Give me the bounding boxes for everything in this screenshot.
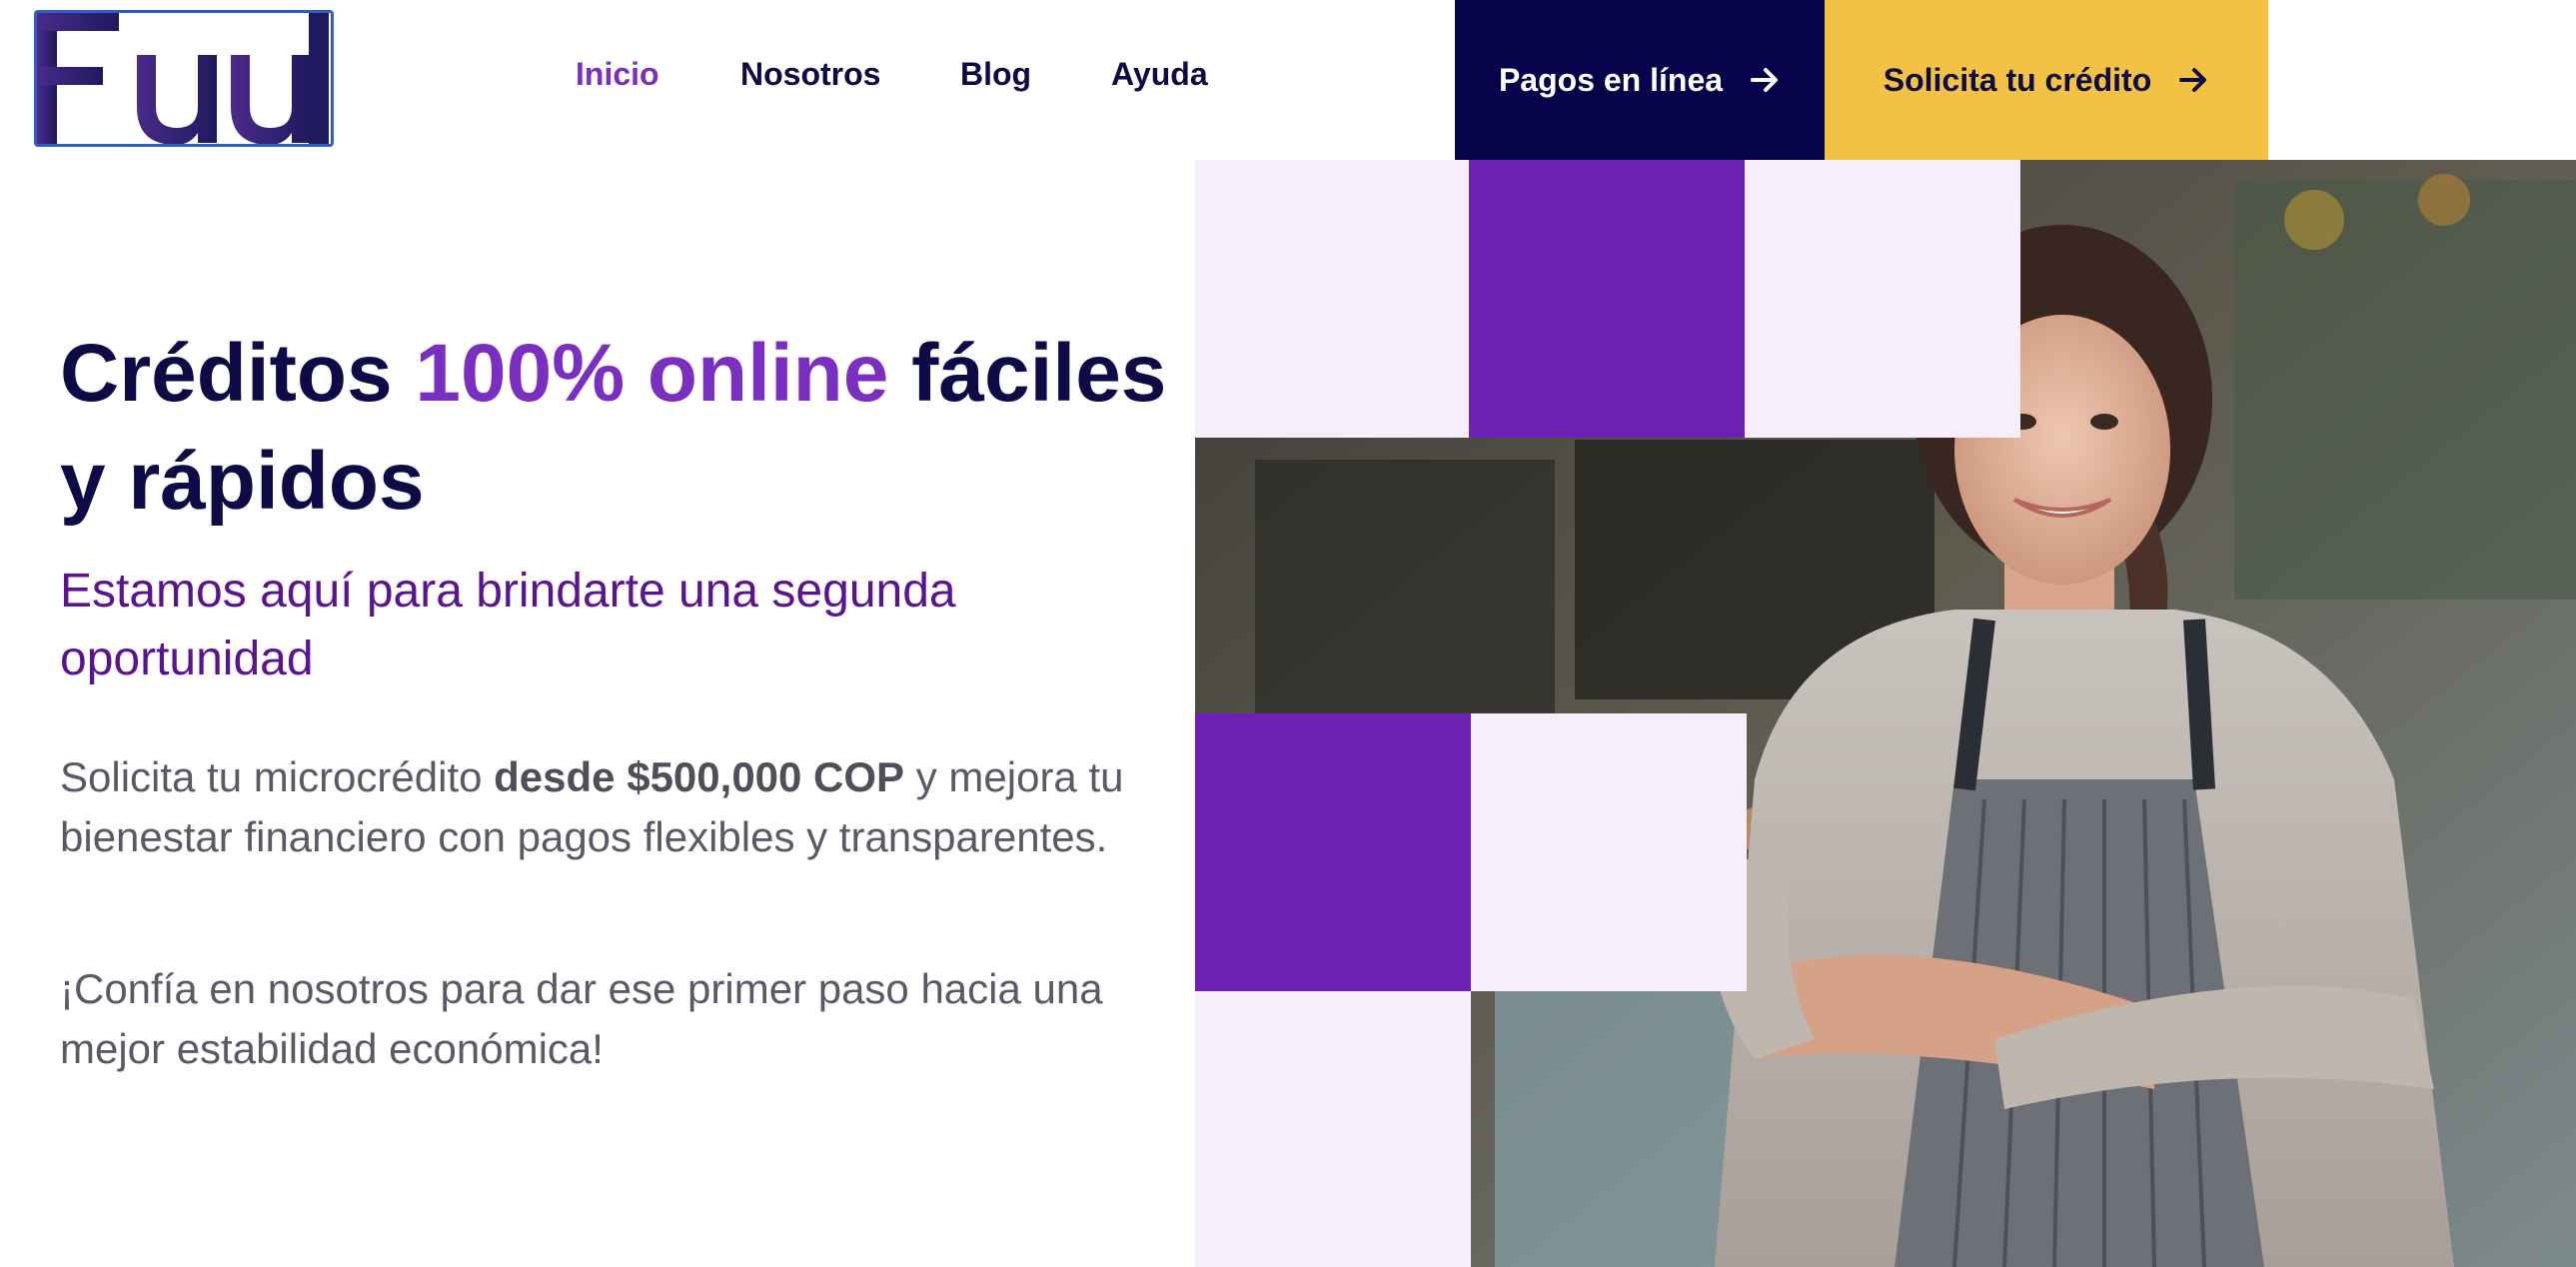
hero-trust-message: ¡Confía en nosotros para dar ese primer … (60, 965, 1103, 1072)
brand-logo-text: Fuul (37, 144, 38, 145)
hero-subtitle: Estamos aquí para brindarte una segunda … (60, 565, 956, 685)
hero-description-amount: desde $500,000 COP (494, 753, 905, 800)
site-header: Fuul Inicio Nosotros Blog Ayuda Pagos en… (0, 0, 2576, 160)
mosaic-tile (1469, 160, 1745, 438)
online-payments-label: Pagos en línea (1498, 61, 1724, 98)
request-credit-label: Solicita tu crédito (1883, 61, 2152, 98)
hero-description-part1: Solicita tu microcrédito (60, 753, 495, 800)
nav-item-ayuda[interactable]: Ayuda (1111, 56, 1208, 93)
nav-item-inicio[interactable]: Inicio (576, 56, 659, 93)
hero-title-accent: 100% online (415, 328, 889, 419)
nav-item-nosotros[interactable]: Nosotros (740, 56, 880, 93)
arrow-right-icon (1749, 64, 1781, 96)
mosaic-tile (1745, 160, 2020, 438)
hero-description: Solicita tu microcrédito desde $500,000 … (60, 747, 1179, 867)
hero-title-part1: Créditos (60, 328, 416, 419)
mosaic-tile (1195, 713, 1471, 991)
mosaic-tile (1195, 991, 1471, 1267)
brand-logo[interactable]: Fuul (34, 10, 334, 147)
online-payments-button[interactable]: Pagos en línea (1455, 0, 1825, 160)
nav-item-blog[interactable]: Blog (960, 56, 1031, 93)
arrow-right-icon (2177, 64, 2209, 96)
mosaic-tile (1471, 713, 1747, 991)
mosaic-tile (1195, 160, 1469, 438)
hero-image (1195, 160, 2576, 1267)
hero-title: Créditos 100% online fáciles y rápidos (60, 320, 1209, 536)
request-credit-button[interactable]: Solicita tu crédito (1825, 0, 2268, 160)
